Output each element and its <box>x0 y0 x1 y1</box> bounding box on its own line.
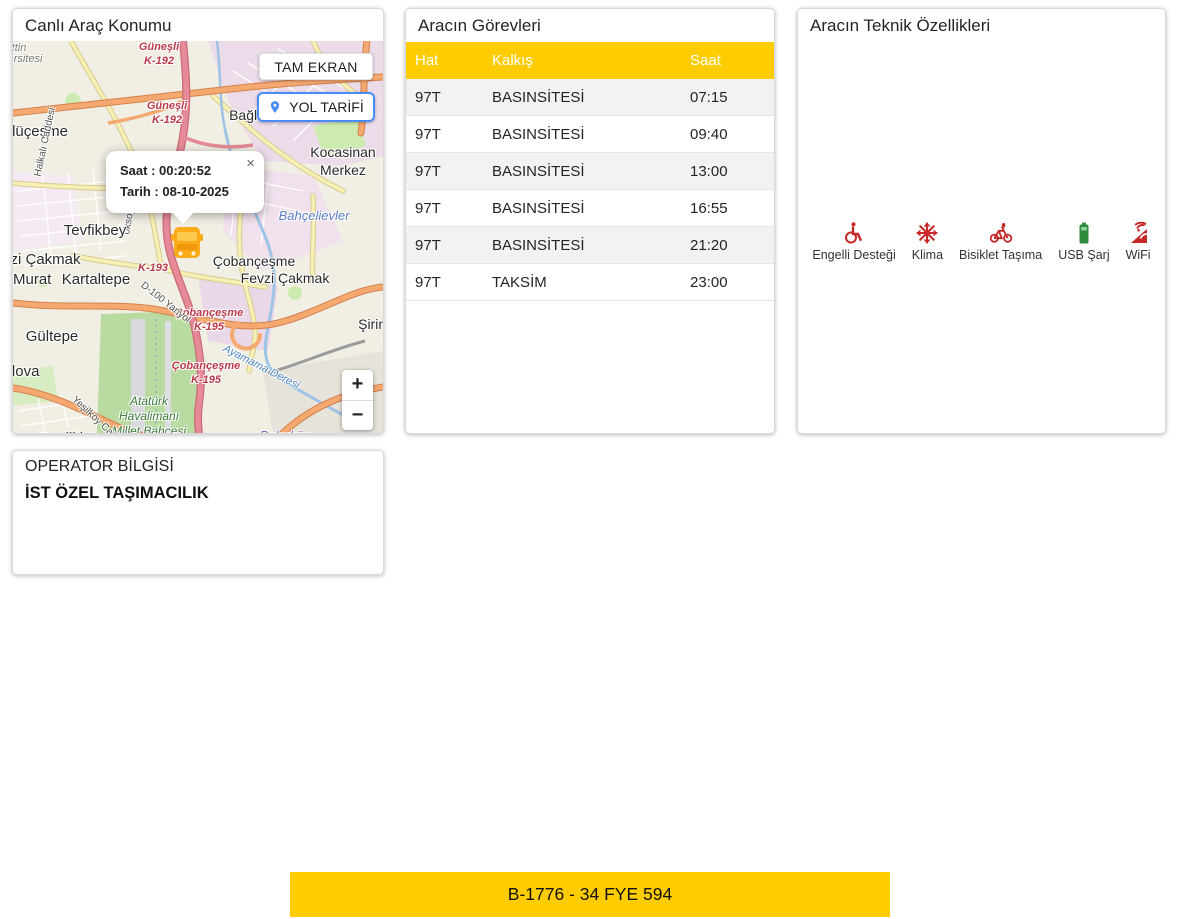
column-header-saat: Saat <box>681 52 774 69</box>
feature-item: Bisiklet Taşıma <box>959 221 1042 262</box>
table-cell: BASINSİTESİ <box>483 163 681 180</box>
map-label: K-193 <box>138 262 168 276</box>
snowflake-icon <box>915 221 939 245</box>
table-row: 97TBASINSİTESİ07:15 <box>406 79 774 116</box>
battery-icon <box>1072 221 1096 245</box>
map-pin-icon <box>268 100 282 114</box>
table-cell: 97T <box>406 89 483 106</box>
map-label: Ayamama Deresi <box>220 343 301 394</box>
map-label: Kartaltepe <box>62 271 130 290</box>
feature-item: USB Şarj <box>1058 221 1109 262</box>
panel-title-operator: OPERATOR BİLGİSİ <box>13 451 383 482</box>
table-cell: 21:20 <box>681 237 774 254</box>
map-label: ilova <box>13 363 39 382</box>
map-label: Fevzi Çakmak <box>241 270 330 288</box>
table-cell: BASINSİTESİ <box>483 126 681 143</box>
zoom-in-button[interactable]: + <box>342 370 373 401</box>
panel-title-live-location: Canlı Araç Konumu <box>13 9 383 41</box>
map-label: Bakırköy <box>260 428 311 434</box>
map-label: ı Murat <box>13 271 51 290</box>
map-label: Kocasinan Merkez <box>310 144 375 179</box>
feature-label: Engelli Desteği <box>812 248 895 262</box>
fullscreen-button[interactable]: TAM EKRAN <box>259 53 373 80</box>
table-cell: BASINSİTESİ <box>483 200 681 217</box>
table-row: 97TBASINSİTESİ13:00 <box>406 153 774 190</box>
tasks-table: Hat Kalkış Saat 97TBASINSİTESİ07:1597TBA… <box>406 42 774 301</box>
map-canvas[interactable]: ttinersitesi Güneşli K-192 Güneşli K-192 Ba… <box>13 41 383 434</box>
table-cell: 16:55 <box>681 200 774 217</box>
popup-close-icon[interactable]: × <box>246 156 255 171</box>
map-label: Gültepe <box>26 328 79 347</box>
column-header-hat: Hat <box>406 52 483 69</box>
wheelchair-icon <box>842 221 866 245</box>
map-label: Bahçelievler <box>279 208 350 224</box>
map-label: Şenlikköy <box>39 430 103 434</box>
feature-label: WiFi <box>1126 248 1151 262</box>
panel-title-tasks: Aracın Görevleri <box>406 9 774 41</box>
map-label: Yeşilköy Cadde <box>69 394 128 434</box>
zoom-out-button[interactable]: − <box>342 401 373 431</box>
map-label: ersitesi <box>13 53 42 67</box>
map-label: Atatürk Havalimanı Millet Bahçesi <box>112 394 186 434</box>
bus-marker-icon[interactable] <box>167 222 207 262</box>
map-label: Çobançeşme K-195 <box>172 360 240 388</box>
map-label: Halkalı Caddesi <box>33 107 60 178</box>
popup-tail <box>172 212 194 224</box>
feature-label: USB Şarj <box>1058 248 1109 262</box>
table-cell: BASINSİTESİ <box>483 89 681 106</box>
table-cell: 23:00 <box>681 274 774 291</box>
tasks-table-header: Hat Kalkış Saat <box>406 42 774 79</box>
directions-button-label: YOL TARİFİ <box>289 99 363 115</box>
map-label: Güneşli K-192 <box>147 100 187 128</box>
vehicle-info-popup: × Saat : 00:20:52 Tarih : 08-10-2025 <box>106 151 264 213</box>
popup-time: Saat : 00:20:52 <box>120 161 250 182</box>
features-list: Engelli Desteği Klima Bisiklet Taşıma USB Ş… <box>798 221 1165 262</box>
page: Canlı Araç Konumu <box>0 0 1180 919</box>
map-label: Tevfikbey <box>64 222 127 241</box>
table-cell: 97T <box>406 200 483 217</box>
vehicle-plate-bar: B-1776 - 34 FYE 594 <box>290 872 890 917</box>
map-label: Güneşli K-192 <box>139 41 179 69</box>
table-row: 97TBASINSİTESİ16:55 <box>406 190 774 227</box>
live-location-panel: Canlı Araç Konumu <box>12 8 384 434</box>
fullscreen-button-label: TAM EKRAN <box>274 59 357 75</box>
map-label: Fevzi Çakmak <box>13 251 81 270</box>
panel-title-features: Aracın Teknik Özellikleri <box>798 9 1165 41</box>
directions-button[interactable]: YOL TARİFİ <box>257 92 375 122</box>
technical-features-panel: Aracın Teknik Özellikleri Engelli Desteğ… <box>797 8 1166 434</box>
table-row: 97TBASINSİTESİ09:40 <box>406 116 774 153</box>
table-cell: BASINSİTESİ <box>483 237 681 254</box>
popup-date: Tarih : 08-10-2025 <box>120 182 250 203</box>
feature-label: Klima <box>912 248 943 262</box>
map-label: Şirine <box>358 316 383 334</box>
feature-item: WiFi <box>1126 221 1151 262</box>
tasks-table-body: 97TBASINSİTESİ07:1597TBASINSİTESİ09:4097… <box>406 79 774 301</box>
operator-info-panel: OPERATOR BİLGİSİ İST ÖZEL TAŞIMACILIK <box>12 450 384 575</box>
map-label: ttin <box>13 42 26 56</box>
table-row: 97TBASINSİTESİ21:20 <box>406 227 774 264</box>
table-cell: TAKSİM <box>483 274 681 291</box>
feature-item: Engelli Desteği <box>812 221 895 262</box>
column-header-kalkis: Kalkış <box>483 52 681 69</box>
table-cell: 07:15 <box>681 89 774 106</box>
map-label: D-100 Yanyol <box>138 280 193 327</box>
map-zoom-control: + − <box>342 370 373 430</box>
map-label: lüçeşme <box>13 123 68 142</box>
table-cell: 13:00 <box>681 163 774 180</box>
table-cell: 97T <box>406 126 483 143</box>
table-cell: 97T <box>406 274 483 291</box>
feature-item: Klima <box>912 221 943 262</box>
table-cell: 09:40 <box>681 126 774 143</box>
vehicle-plate-label: B-1776 - 34 FYE 594 <box>508 884 672 905</box>
table-cell: 97T <box>406 163 483 180</box>
map-label: Çobançeşme <box>213 253 296 271</box>
map-label: Çobançeşme K-195 <box>175 307 243 335</box>
table-cell: 97T <box>406 237 483 254</box>
operator-name: İST ÖZEL TAŞIMACILIK <box>13 482 383 505</box>
table-row: 97TTAKSİM23:00 <box>406 264 774 301</box>
wifi-icon <box>1126 221 1150 245</box>
bicycle-icon <box>989 221 1013 245</box>
feature-label: Bisiklet Taşıma <box>959 248 1042 262</box>
vehicle-tasks-panel: Aracın Görevleri Hat Kalkış Saat 97TBASI… <box>405 8 775 434</box>
